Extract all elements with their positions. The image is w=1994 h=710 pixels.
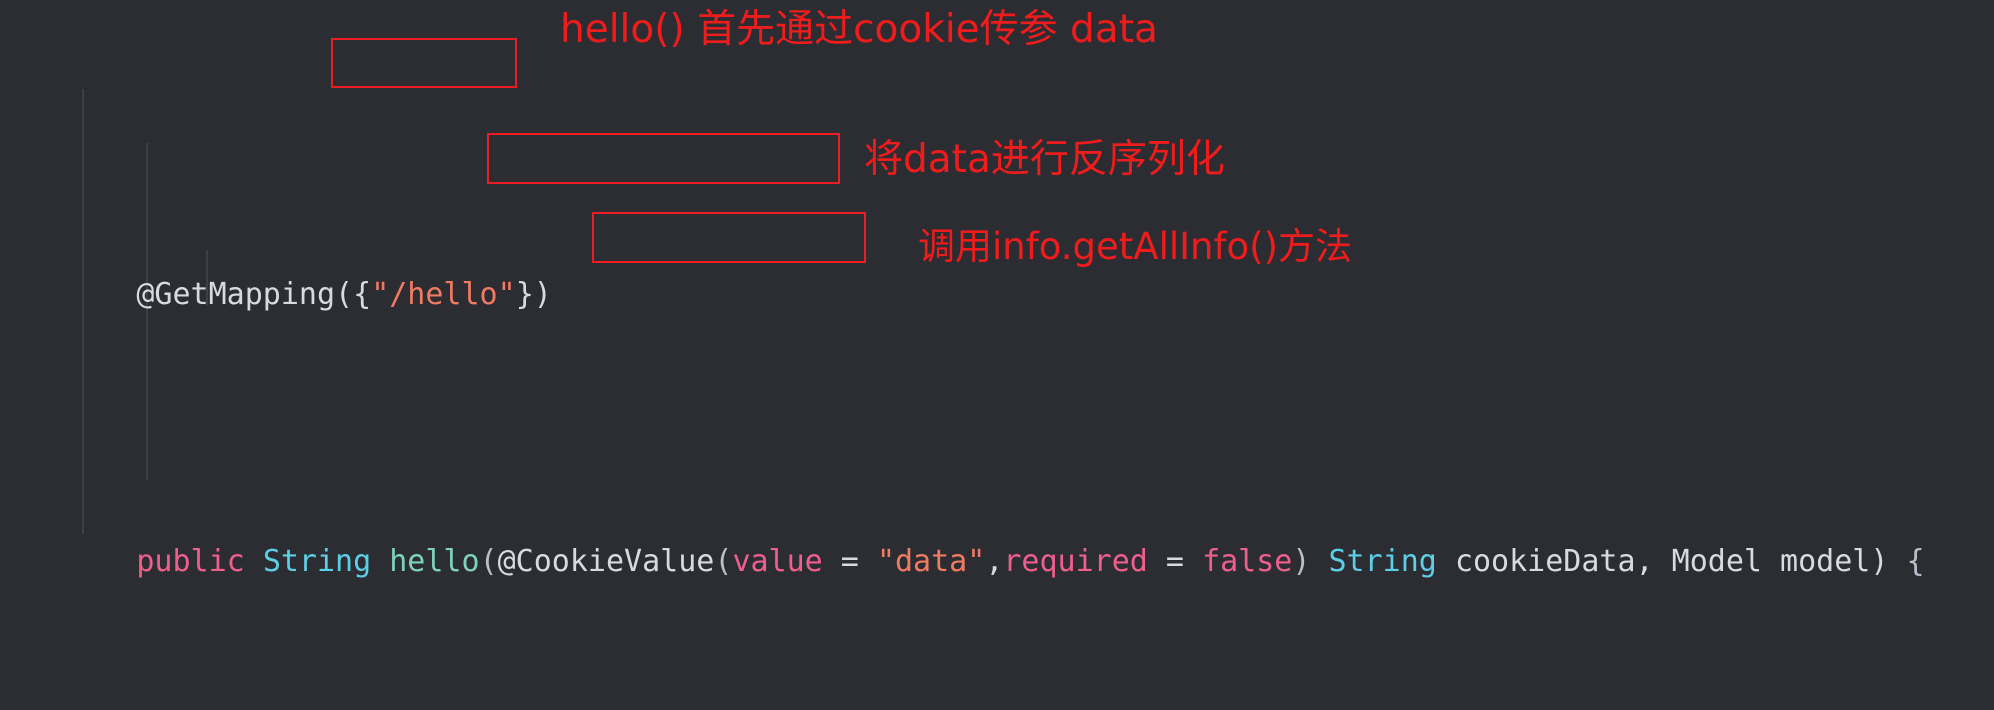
code-screenshot: @GetMapping({"/hello"}) public String he…: [0, 0, 1994, 710]
line2-annotation-cookievalue: @CookieValue: [497, 544, 715, 579]
sp: [1310, 544, 1328, 579]
annotation-note-2: 将data进行反序列化: [864, 137, 1225, 182]
line2-brace-open: {: [1906, 544, 1925, 579]
sp: [1888, 544, 1906, 579]
line2-eq-1: =: [822, 544, 877, 579]
line1-token-1: @GetMapping({: [136, 276, 372, 312]
code-block: @GetMapping({"/hello"}) public String he…: [0, 0, 1994, 710]
sp: [371, 544, 389, 579]
annotation-note-1: hello() 首先通过cookie传参 data: [560, 7, 1158, 52]
line1-string-hello-path: "/hello": [371, 276, 516, 312]
line2-param-required: required: [1003, 544, 1148, 579]
line2-param-value: value: [732, 544, 823, 579]
line2-type-string-2: String: [1328, 544, 1437, 579]
line2-keyword-public: public: [136, 544, 245, 579]
sp: [245, 544, 263, 579]
line2-anno-paren: (: [714, 544, 733, 579]
line1-token-3: }): [515, 276, 552, 312]
line2-type-string: String: [262, 544, 372, 579]
line2-comma: ,: [985, 544, 1004, 579]
sp: [1437, 544, 1455, 579]
line2-params: cookieData, Model model): [1454, 544, 1889, 579]
line2-paren-open: (: [479, 544, 498, 579]
line2-eq-2: =: [1147, 544, 1203, 579]
annotation-note-3: 调用info.getAllInfo()方法: [918, 225, 1353, 268]
code-line-2: public String hello(@CookieValue(value =…: [0, 482, 1994, 579]
line2-method-hello: hello: [389, 544, 480, 579]
line2-anno-paren-close: ): [1292, 544, 1311, 579]
line2-string-data: "data": [876, 544, 986, 579]
line2-keyword-false: false: [1202, 544, 1293, 579]
